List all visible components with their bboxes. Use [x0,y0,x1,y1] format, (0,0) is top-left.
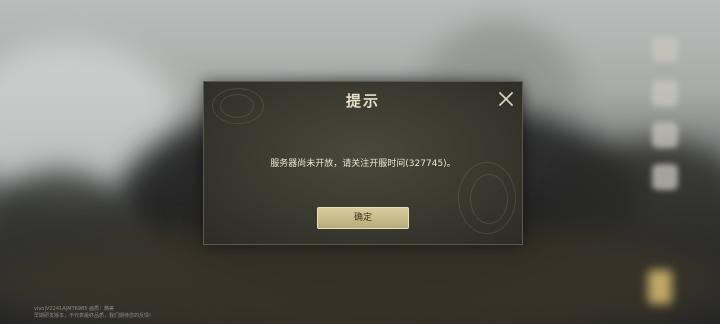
dialog-title: 提示 [345,92,380,110]
background-sign-glyph [652,122,678,148]
background-sign-glyph [652,164,678,190]
build-info-disclaimer: 早期研发版本，不代表最终品质，我们期待您的反馈! [34,313,152,319]
dialog-message: 服务器尚未开放，请关注开服时间(327745)。 [270,159,456,169]
background-sign-glyph [652,80,678,106]
confirm-button[interactable]: 确定 [317,207,409,229]
background-sign-glyph [652,36,678,62]
close-button[interactable] [497,90,515,108]
background-lantern [648,270,672,304]
notice-dialog: 提示 服务器尚未开放，请关注开服时间(327745)。 确定 [203,81,523,245]
close-icon [499,92,513,106]
build-info-device: vivo|V2241A|MT6985 画质：精美 [34,306,114,312]
dialog-ornament [470,174,508,224]
build-info: vivo|V2241A|MT6985 画质：精美 早期研发版本，不代表最终品质，… [34,306,151,320]
